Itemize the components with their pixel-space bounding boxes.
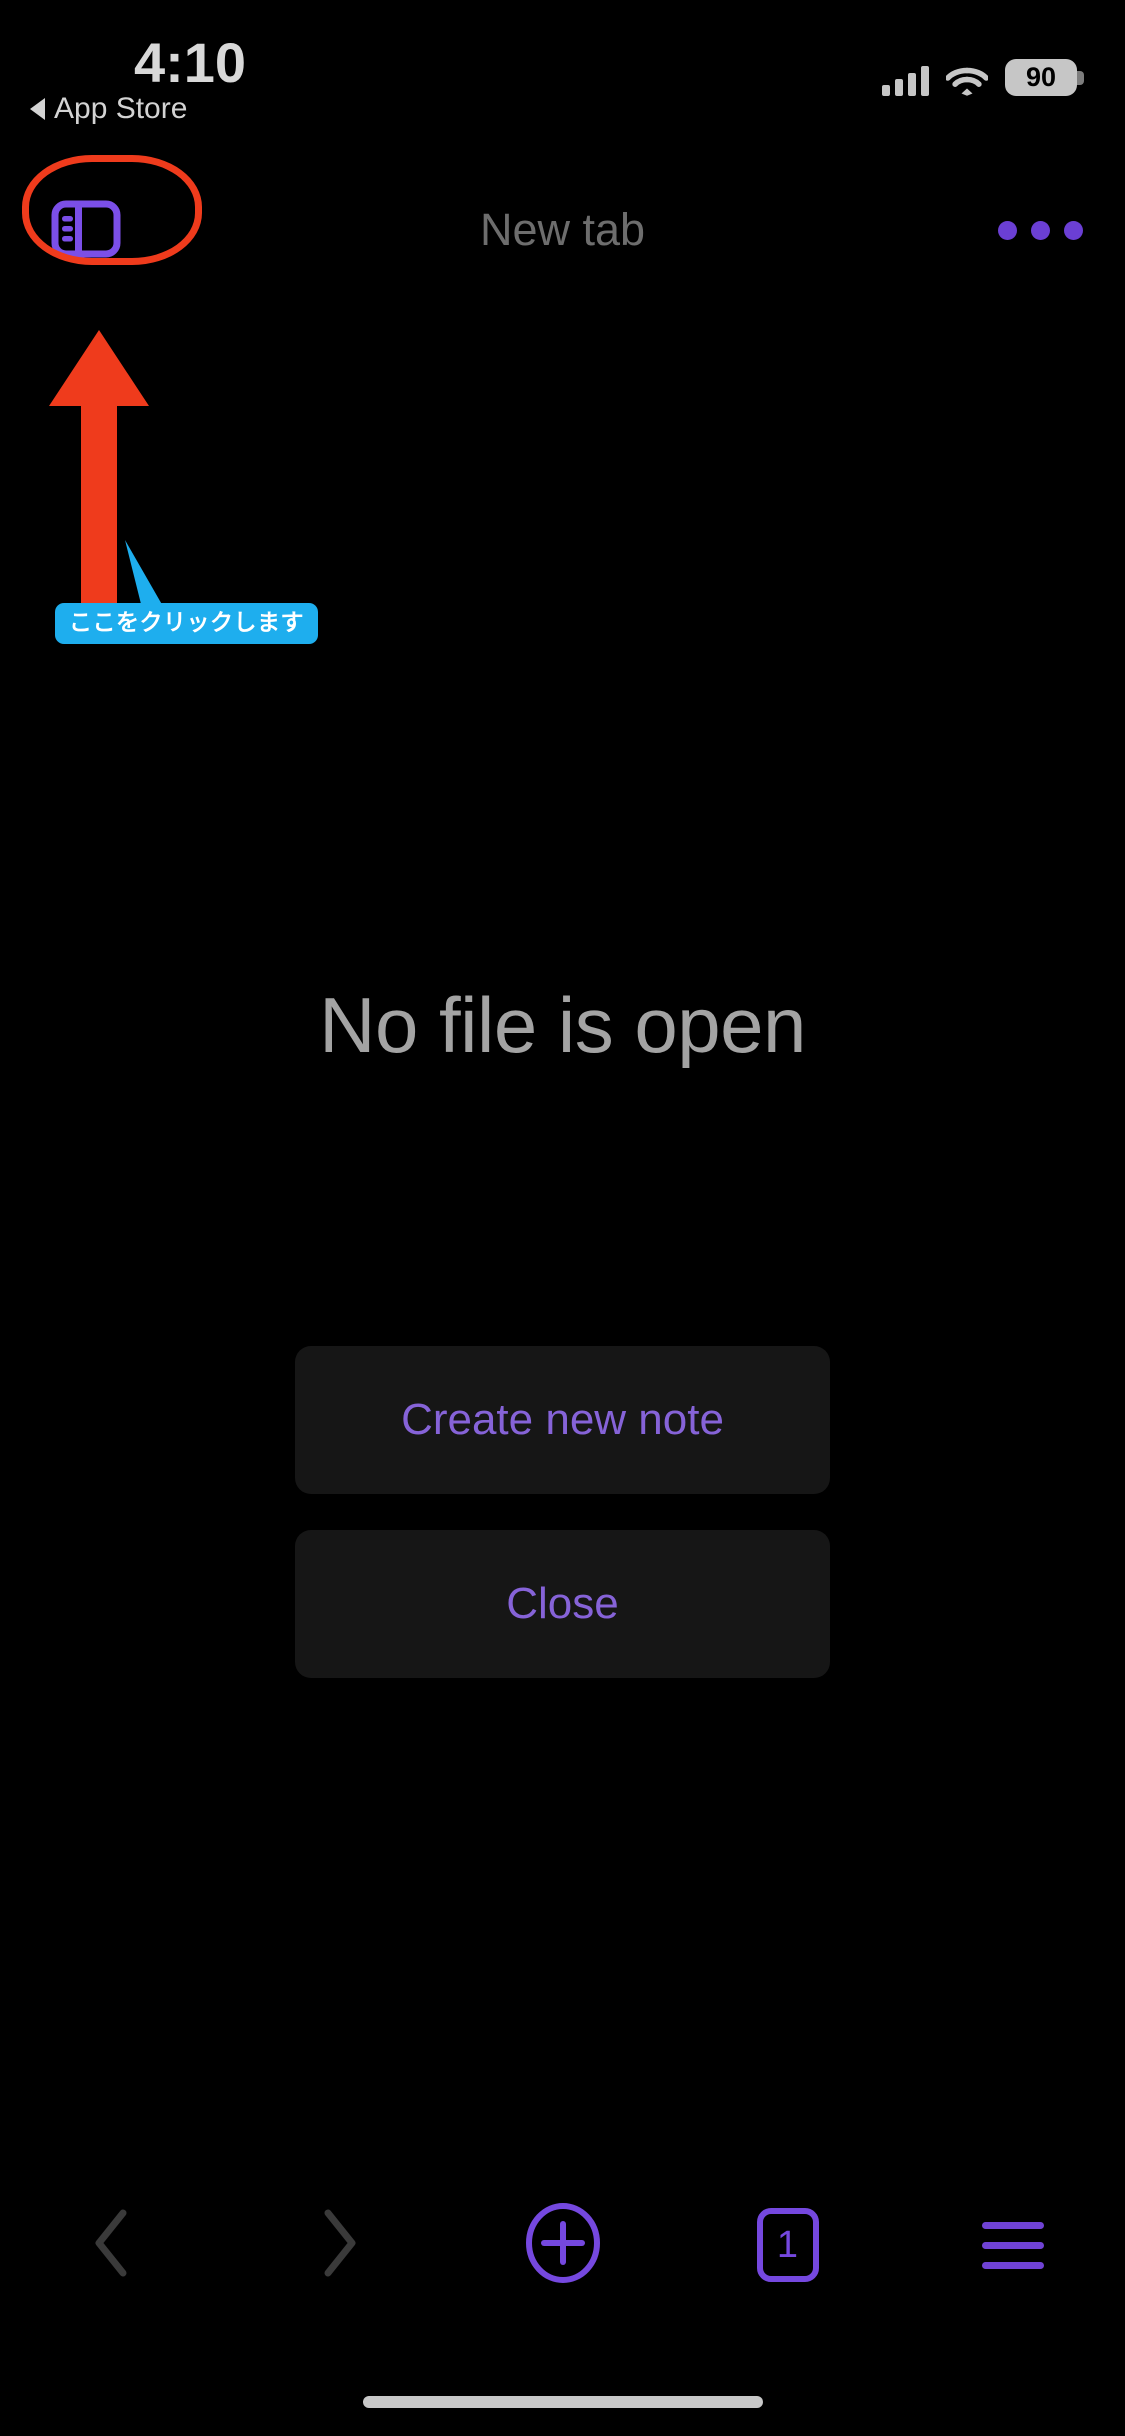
annotation-tooltip-tail [120, 540, 180, 610]
main-content: No file is open Create new note Close [0, 980, 1125, 1678]
tab-count-icon: 1 [756, 2208, 819, 2282]
cellular-signal-icon [882, 66, 929, 96]
sidebar-toggle-button[interactable] [47, 192, 125, 270]
status-time: 4:10 [133, 31, 247, 94]
close-button[interactable]: Close [295, 1530, 830, 1678]
annotation-tooltip: ここをクリックします [55, 603, 318, 645]
back-triangle-icon [30, 98, 45, 120]
back-to-app-store-label: App Store [54, 92, 188, 125]
bottom-toolbar: 1 [0, 2180, 1125, 2310]
more-horizontal-icon [1063, 220, 1083, 240]
more-horizontal-icon [1030, 220, 1050, 240]
status-indicators: 90 [882, 52, 1084, 96]
new-tab-button[interactable] [450, 2180, 675, 2310]
back-to-app-store-link[interactable]: App Store [30, 92, 187, 126]
tab-title: New tab [479, 204, 646, 255]
wifi-icon [945, 65, 989, 96]
top-toolbar: New tab [0, 170, 1125, 290]
navigate-back-button[interactable] [0, 2180, 225, 2310]
home-indicator [362, 2396, 763, 2408]
tab-counter-button[interactable]: 1 [675, 2180, 900, 2310]
battery-icon: 90 [1005, 59, 1084, 96]
sidebar-toggle-icon [51, 200, 121, 263]
chevron-right-icon [315, 2207, 361, 2284]
navigate-forward-button[interactable] [225, 2180, 450, 2310]
tab-count-label: 1 [776, 2223, 799, 2266]
more-options-button[interactable] [995, 206, 1085, 254]
battery-percent: 90 [1025, 62, 1057, 92]
empty-state-title: No file is open [319, 981, 806, 1069]
hamburger-menu-icon [981, 2221, 1044, 2269]
plus-circle-icon [524, 2202, 602, 2289]
chevron-left-icon [90, 2207, 136, 2284]
annotation-arrow-icon [42, 330, 162, 620]
menu-button[interactable] [900, 2180, 1125, 2310]
app-screen: 4:10 90 App Store New tab ここをクリックします No … [0, 0, 1125, 2436]
more-horizontal-icon [997, 220, 1017, 240]
create-new-note-button[interactable]: Create new note [295, 1346, 830, 1494]
